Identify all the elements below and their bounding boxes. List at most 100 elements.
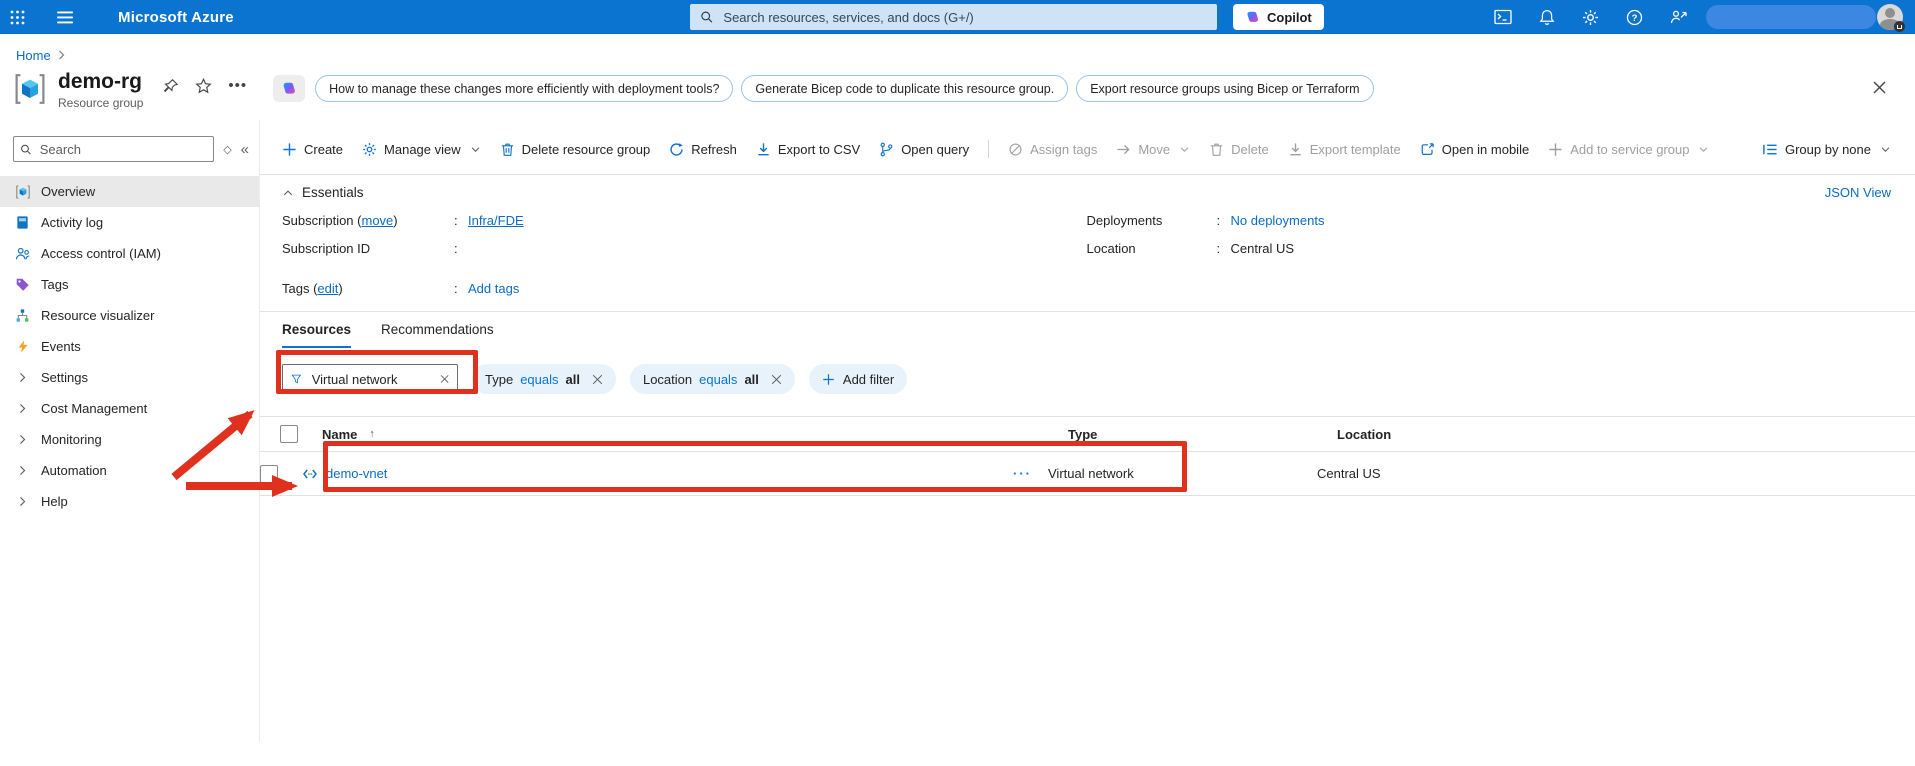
avatar[interactable] <box>1877 4 1905 32</box>
star-favorite-icon[interactable] <box>195 78 213 94</box>
export-to-csv-button[interactable]: Export to CSV <box>756 142 860 157</box>
chevron-down-icon <box>1698 144 1709 155</box>
type-filter-pill[interactable]: Type equals all <box>472 364 616 394</box>
edit-tags-link[interactable]: edit <box>317 281 338 296</box>
column-header-type[interactable]: Type <box>1052 427 1337 442</box>
table-row: demo-vnet ··· Virtual network Central US <box>260 452 1915 496</box>
json-view-link[interactable]: JSON View <box>1825 185 1891 200</box>
group-by-button[interactable]: Group by none <box>1762 142 1891 157</box>
sidebar-item-tags[interactable]: Tags <box>0 269 259 300</box>
column-header-location[interactable]: Location <box>1337 427 1915 442</box>
name-filter-box[interactable] <box>282 364 458 394</box>
plus-icon <box>282 142 297 157</box>
sidebar-pin-diamond-icon[interactable]: ◇ <box>223 143 231 156</box>
sidebar-item-label: Tags <box>41 277 69 292</box>
close-blade-button[interactable] <box>1872 80 1887 95</box>
move-button[interactable]: Move <box>1116 142 1190 157</box>
global-search[interactable] <box>690 4 1217 30</box>
command-bar: Create Manage view Delete resource group… <box>282 134 1891 164</box>
download-icon <box>756 142 771 157</box>
sidebar-item-settings[interactable]: Settings <box>0 362 259 393</box>
delete-button[interactable]: Delete <box>1209 142 1269 157</box>
sidebar-item-label: Overview <box>41 184 96 199</box>
sidebar-item-monitoring[interactable]: Monitoring <box>0 424 259 455</box>
sidebar-item-resource-visualizer[interactable]: Resource visualizer <box>0 300 259 331</box>
assign-tags-button[interactable]: Assign tags <box>1008 142 1097 157</box>
suggestion-chip[interactable]: Export resource groups using Bicep or Te… <box>1076 75 1374 102</box>
page-title: demo-rg <box>58 70 142 93</box>
sidebar-collapse-icon[interactable]: « <box>241 141 249 158</box>
table-header-row: Name ↑ Type Location <box>260 416 1915 452</box>
essentials-toggle[interactable]: Essentials <box>282 185 364 200</box>
gear-icon <box>362 142 377 157</box>
sidebar-item-cost-management[interactable]: Cost Management <box>0 393 259 424</box>
sidebar-search-input[interactable] <box>37 140 208 158</box>
add-tags-link[interactable]: Add tags <box>468 281 519 296</box>
deployments-link[interactable]: No deployments <box>1231 213 1325 228</box>
sidebar-search[interactable] <box>13 136 215 162</box>
move-link[interactable]: move <box>361 213 393 228</box>
slash-circle-icon <box>1008 142 1023 157</box>
sidebar-item-automation[interactable]: Automation <box>0 455 259 486</box>
arrow-right-icon <box>1116 142 1131 157</box>
subscription-link[interactable]: Infra/FDE <box>468 213 524 228</box>
row-checkbox[interactable] <box>260 464 278 483</box>
clear-filter-icon[interactable] <box>440 373 449 385</box>
essentials-subscription: Subscription (move) : Infra/FDE <box>282 213 524 228</box>
close-icon <box>1873 81 1886 94</box>
suggestion-chip[interactable]: Generate Bicep code to duplicate this re… <box>741 75 1069 102</box>
sidebar-item-access-control-iam[interactable]: Access control (IAM) <box>0 238 259 269</box>
location-filter-pill[interactable]: Location equals all <box>629 364 795 394</box>
copilot-suggestions-chip[interactable] <box>273 75 306 102</box>
create-button[interactable]: Create <box>282 142 343 157</box>
sidebar-item-label: Cost Management <box>41 401 148 416</box>
name-filter-input[interactable] <box>309 370 432 388</box>
activity-log-icon <box>14 214 31 231</box>
sidebar-item-help[interactable]: Help <box>0 486 259 517</box>
breadcrumb-home-link[interactable]: Home <box>16 48 51 63</box>
sidebar-item-events[interactable]: Events <box>0 331 259 362</box>
toolbar-separator <box>988 140 990 158</box>
resource-link-demo-vnet[interactable]: demo-vnet <box>326 466 387 481</box>
essentials-section: Essentials JSON View Subscription (move)… <box>260 174 1915 312</box>
chevron-right-icon <box>14 462 31 479</box>
sidebar-item-label: Activity log <box>41 215 104 230</box>
delete-resource-group-button[interactable]: Delete resource group <box>500 142 650 157</box>
export-template-button[interactable]: Export template <box>1288 142 1401 157</box>
chevron-down-icon <box>1179 144 1190 155</box>
add-filter-button[interactable]: Add filter <box>808 364 908 394</box>
row-location-cell: Central US <box>1317 466 1381 481</box>
sidebar-item-activity-log[interactable]: Activity log <box>0 207 259 238</box>
add-to-service-group-button[interactable]: Add to service group <box>1548 142 1709 157</box>
sidebar-item-label: Help <box>41 494 68 509</box>
sidebar-item-overview[interactable]: Overview <box>0 176 259 207</box>
select-all-checkbox[interactable] <box>280 425 298 443</box>
settings-gear-icon[interactable] <box>1582 9 1599 26</box>
pin-icon[interactable] <box>163 78 179 94</box>
remove-filter-icon[interactable] <box>771 374 782 385</box>
search-icon <box>21 144 31 154</box>
app-launcher-button[interactable] <box>0 0 34 34</box>
suggestion-chip[interactable]: How to manage these changes more efficie… <box>315 75 734 102</box>
hamburger-menu-button[interactable] <box>48 0 82 34</box>
remove-filter-icon[interactable] <box>592 374 603 385</box>
tab-recommendations[interactable]: Recommendations <box>381 322 494 348</box>
help-icon[interactable]: ? <box>1626 9 1643 26</box>
manage-view-button[interactable]: Manage view <box>362 142 481 157</box>
tab-resources[interactable]: Resources <box>282 322 352 348</box>
notifications-bell-icon[interactable] <box>1539 9 1555 26</box>
chevron-down-icon <box>470 144 481 155</box>
refresh-button[interactable]: Refresh <box>669 142 737 157</box>
open-query-button[interactable]: Open query <box>879 142 969 157</box>
people-icon <box>14 245 31 262</box>
cloud-shell-icon[interactable] <box>1494 9 1512 25</box>
copilot-button[interactable]: Copilot <box>1233 4 1324 30</box>
more-actions-icon[interactable]: ••• <box>228 78 247 93</box>
global-search-input[interactable] <box>721 8 1207 26</box>
column-header-name[interactable]: Name <box>322 427 357 442</box>
essentials-tags: Tags (edit) : Add tags <box>282 281 520 296</box>
row-type-cell: Virtual network <box>1048 466 1134 481</box>
feedback-icon[interactable] <box>1670 9 1688 25</box>
row-more-actions-icon[interactable]: ··· <box>942 466 1032 481</box>
open-in-mobile-button[interactable]: Open in mobile <box>1420 142 1529 157</box>
